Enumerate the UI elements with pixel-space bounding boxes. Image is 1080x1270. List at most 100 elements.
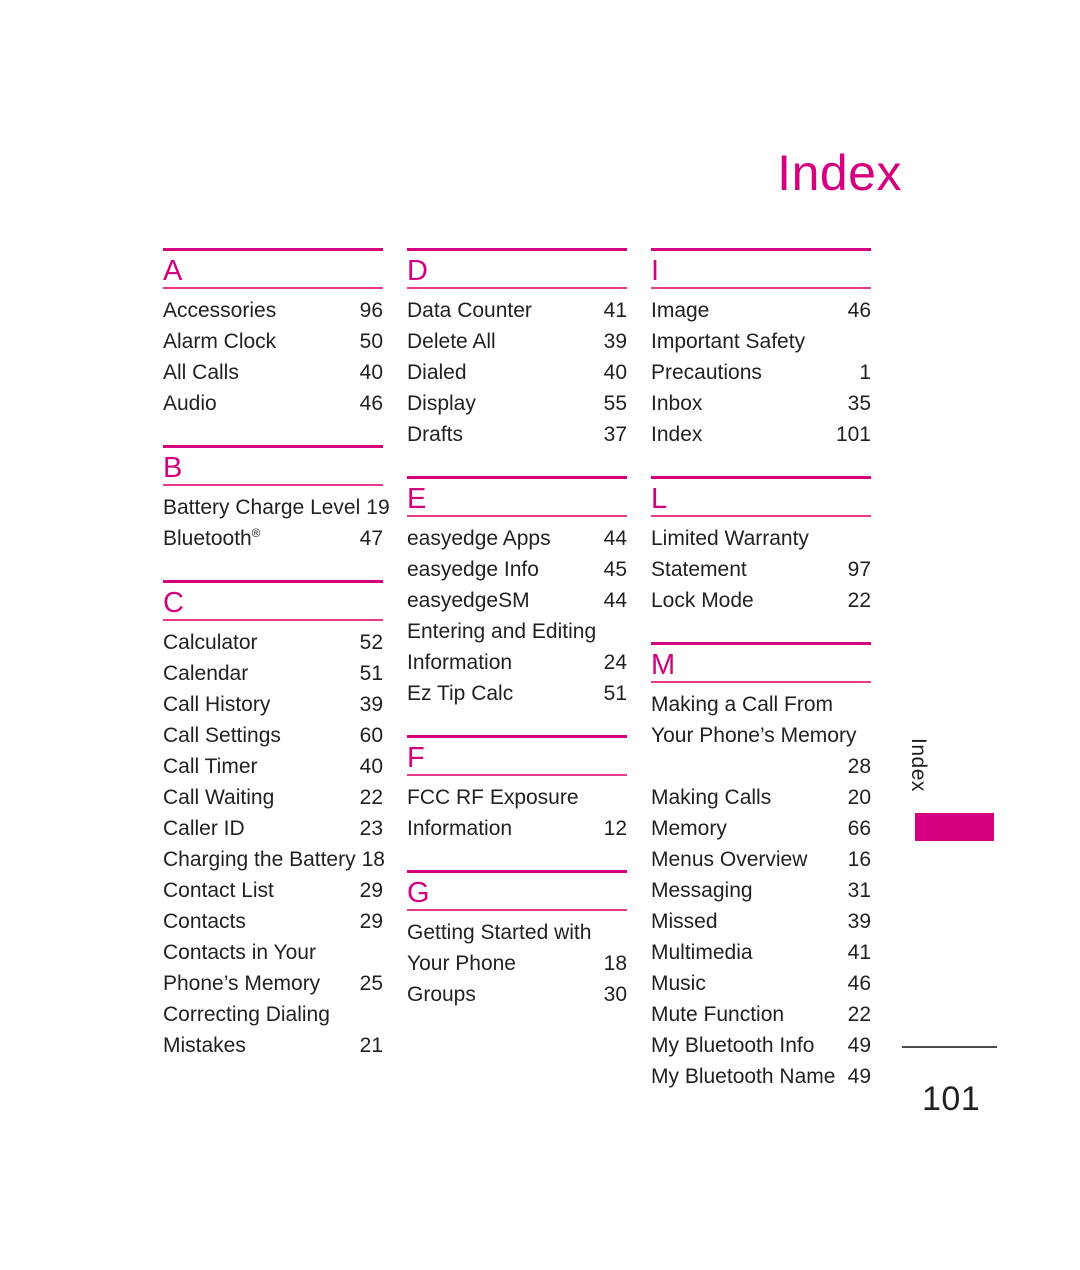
index-entry-label: Calculator [163, 627, 354, 658]
index-entry[interactable]: Getting Started with Your Phone 18 [407, 917, 627, 979]
index-entry-label: My Bluetooth Info [651, 1030, 842, 1061]
index-entry-label: Precautions [651, 361, 762, 384]
index-entry[interactable]: All Calls 40 [163, 357, 383, 388]
index-entry[interactable]: Multimedia 41 [651, 937, 871, 968]
side-tab-label: Index [907, 738, 930, 792]
index-entry-label: Calendar [163, 658, 354, 689]
index-entry[interactable]: Calculator 52 [163, 627, 383, 658]
index-entry-label-text: Data Counter [407, 299, 532, 322]
index-entry[interactable]: Music 46 [651, 968, 871, 999]
index-entry[interactable]: My Bluetooth Name 49 [651, 1061, 871, 1092]
index-entry[interactable]: Call Settings 60 [163, 720, 383, 751]
index-entry[interactable]: My Bluetooth Info 49 [651, 1030, 871, 1061]
index-entry-page: 25 [359, 972, 383, 995]
index-entry[interactable]: Messaging 31 [651, 875, 871, 906]
index-entry-label: Caller ID [163, 813, 354, 844]
index-entry-page: 52 [359, 631, 383, 654]
index-entry-line: Statement 97 [651, 554, 871, 585]
index-entry[interactable]: FCC RF Exposure Information 12 [407, 782, 627, 844]
index-entry-page: 18 [361, 848, 385, 871]
index-entry[interactable]: Contacts in Your Phone’s Memory 25 [163, 937, 383, 999]
index-entry-label-text: easyedge Info [407, 558, 539, 581]
index-entry[interactable]: Inbox 35 [651, 388, 871, 419]
index-entry[interactable]: Calendar 51 [163, 658, 383, 689]
index-entry[interactable]: Call History 39 [163, 689, 383, 720]
section-letter: M [651, 649, 676, 681]
index-entry-page: 66 [847, 817, 871, 840]
index-section-a: A Accessories 96 Alarm Clock 50 All Calls 40 Au… [163, 248, 383, 419]
index-entry-page: 46 [847, 299, 871, 322]
index-entry-line: Information 24 [407, 647, 627, 678]
index-entry-page: 41 [603, 299, 627, 322]
index-section-g: G Getting Started with Your Phone 18 Groups 3… [407, 870, 627, 1010]
index-entry[interactable]: Missed 39 [651, 906, 871, 937]
index-entry-label: All Calls [163, 357, 354, 388]
index-entry-label: Entering and Editing [407, 620, 597, 643]
index-entry-label-text: Contact List [163, 879, 274, 902]
index-entry-page: 40 [359, 361, 383, 384]
index-entry[interactable]: Index 101 [651, 419, 871, 450]
index-entry[interactable]: Correcting Dialing Mistakes 21 [163, 999, 383, 1061]
index-entry[interactable]: Memory 66 [651, 813, 871, 844]
index-entry-label: Music [651, 968, 842, 999]
index-entry-page: 37 [603, 423, 627, 446]
index-entry-label-text: Contacts [163, 910, 246, 933]
index-entry[interactable]: Accessories 96 [163, 295, 383, 326]
index-entry[interactable]: Alarm Clock 50 [163, 326, 383, 357]
index-entry-page: 60 [359, 724, 383, 747]
index-entry-label: Accessories [163, 295, 354, 326]
index-entry-page: 18 [603, 952, 627, 975]
index-entry[interactable]: Bluetooth® 47 [163, 523, 383, 554]
index-entry[interactable]: easyedgeSM 44 [407, 585, 627, 616]
index-entry-label: Audio [163, 388, 354, 419]
index-entry[interactable]: Battery Charge Level 19 [163, 492, 390, 523]
index-entry-label-text: Index [651, 423, 703, 446]
index-page: { "page": { "title": "Index", "folio": "… [0, 0, 1080, 1270]
index-entry[interactable]: Groups 30 [407, 979, 627, 1010]
index-entry-line: Phone’s Memory 25 [163, 968, 383, 999]
index-entry-label: Contact List [163, 875, 354, 906]
index-entry[interactable]: Limited Warranty Statement 97 [651, 523, 871, 585]
index-section-f: F FCC RF Exposure Information 12 [407, 735, 627, 844]
index-entry-label: Contacts in Your [163, 941, 316, 964]
index-entry-page: 41 [847, 941, 871, 964]
index-entry[interactable]: Drafts 37 [407, 419, 627, 450]
index-entry[interactable]: Image 46 [651, 295, 871, 326]
index-entry[interactable]: Call Timer 40 [163, 751, 383, 782]
index-entry-line: FCC RF Exposure [407, 782, 627, 813]
index-entry-label-text: Groups [407, 983, 476, 1006]
index-entry[interactable]: Lock Mode 22 [651, 585, 871, 616]
index-entry[interactable]: Call Waiting 22 [163, 782, 383, 813]
index-entry[interactable]: Display 55 [407, 388, 627, 419]
index-entry[interactable]: Making a Call From Your Phone’s Memory 28 [651, 689, 871, 782]
index-entry[interactable]: Charging the Battery 18 [163, 844, 385, 875]
index-entry-label-text: Audio [163, 392, 217, 415]
index-entry-label: Menus Overview [651, 844, 842, 875]
index-entry[interactable]: Delete All 39 [407, 326, 627, 357]
index-entry[interactable]: Entering and Editing Information 24 [407, 616, 627, 678]
index-entry-label: FCC RF Exposure [407, 786, 579, 809]
index-entry[interactable]: Audio 46 [163, 388, 383, 419]
index-entry[interactable]: Contact List 29 [163, 875, 383, 906]
index-entry[interactable]: easyedge Info 45 [407, 554, 627, 585]
index-entry[interactable]: Contacts 29 [163, 906, 383, 937]
index-entry[interactable]: Mute Function 22 [651, 999, 871, 1030]
index-entry[interactable]: Dialed 40 [407, 357, 627, 388]
index-entry-label-text: Call Waiting [163, 786, 275, 809]
index-entry-page: 49 [847, 1034, 871, 1057]
index-entry[interactable]: Menus Overview 16 [651, 844, 871, 875]
index-entry-label: easyedge Info [407, 554, 598, 585]
index-entry-label: Contacts [163, 906, 354, 937]
index-entry[interactable]: Data Counter 41 [407, 295, 627, 326]
section-entries: Battery Charge Level 19 Bluetooth® 47 [163, 486, 390, 554]
index-entry[interactable]: Ez Tip Calc 51 [407, 678, 627, 709]
index-entry-line: Correcting Dialing [163, 999, 383, 1030]
index-section-d: D Data Counter 41 Delete All 39 Dialed 40 Displ… [407, 248, 627, 450]
index-entry[interactable]: Important Safety Precautions 1 [651, 326, 871, 388]
index-entry-line: Important Safety [651, 326, 871, 357]
index-entry[interactable]: easyedge Apps 44 [407, 523, 627, 554]
index-entry[interactable]: Caller ID 23 [163, 813, 383, 844]
index-entry[interactable]: Making Calls 20 [651, 782, 871, 813]
